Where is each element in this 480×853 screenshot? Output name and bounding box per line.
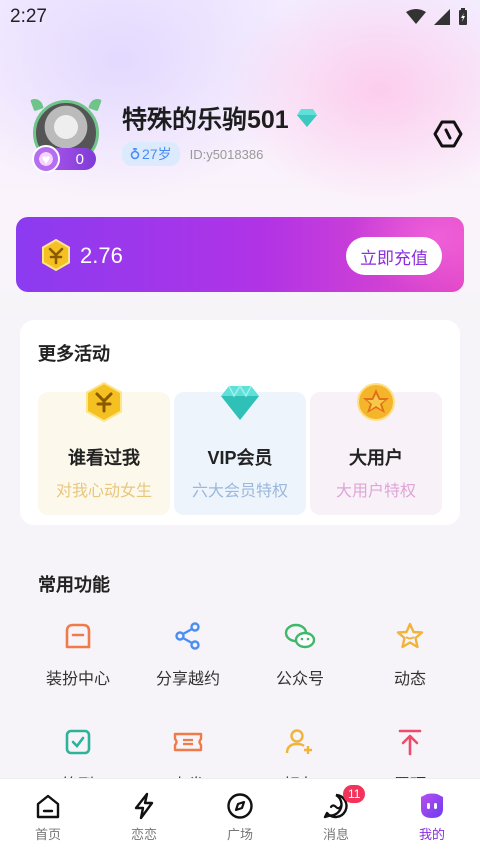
diamond-icon [221,384,259,420]
avatar[interactable]: ♥ 0 [30,96,102,176]
bottom-tab-bar: 首页 恋恋 广场 11 消息 我的 [0,778,480,853]
tab-label: 恋恋 [130,827,157,842]
func-share[interactable]: 分享越约 [138,619,238,689]
diamond-icon [296,109,317,127]
coupon-icon [171,725,205,759]
lightning-icon [96,791,192,821]
settings-icon [433,120,463,148]
star-icon [393,619,427,653]
battery-icon [459,8,467,25]
func-dress-up-center[interactable]: 装扮中心 [28,619,128,689]
func-official-account[interactable]: 公众号 [250,619,350,689]
tab-me[interactable]: 我的 [384,779,480,853]
signal-icon [434,9,450,25]
status-icons [406,8,468,26]
home-icon [0,791,96,821]
tab-home[interactable]: 首页 [0,779,96,853]
coin-icon [42,239,70,271]
me-icon [384,791,480,821]
settings-button[interactable] [430,116,466,152]
share-icon [171,619,205,653]
level-value: 0 [75,150,84,168]
tab-square[interactable]: 广场 [192,779,288,853]
recharge-button[interactable]: 立即充值 [346,237,442,275]
profile-header: ♥ 0 特殊的乐驹501 27岁 ID:y5018386 [30,96,463,186]
activity-title: VIP会员 [207,448,273,468]
unread-badge: 11 [343,785,366,803]
func-label: 动态 [393,671,426,688]
compass-icon [192,791,288,821]
tab-label: 消息 [322,827,349,842]
nickname: 特殊的乐驹501 [122,100,317,136]
wardrobe-icon [61,619,95,653]
activities-title: 更多活动 [38,344,110,364]
func-moments[interactable]: 动态 [360,619,460,689]
activity-title: 大用户 [349,448,403,468]
activity-title: 谁看过我 [68,448,140,468]
activity-subtitle: 六大会员特权 [191,483,288,500]
activity-vip[interactable]: VIP会员 六大会员特权 [174,384,306,515]
activity-subtitle: 对我心动女生 [55,483,152,500]
func-label: 分享越约 [155,671,220,688]
activity-who-viewed-me[interactable]: 谁看过我 对我心动女生 [38,382,170,515]
tab-label: 广场 [226,827,253,842]
activity-subtitle: 大用户特权 [335,483,416,500]
checkin-icon [61,725,95,759]
tab-label: 我的 [418,827,445,842]
wifi-icon [406,9,426,24]
func-label: 公众号 [275,671,324,688]
message-icon [288,791,384,821]
level-badge: ♥ 0 [32,145,96,173]
male-icon [130,148,140,160]
wallet-balance: 2.76 [80,243,123,268]
nickname-text: 特殊的乐驹501 [122,106,289,134]
coin-hexagon-icon [86,382,122,422]
tab-messages[interactable]: 11 消息 [288,779,384,853]
profile-meta: 27岁 ID:y5018386 [122,142,263,166]
tab-romance[interactable]: 恋恋 [96,779,192,853]
star-medal-icon [357,383,395,421]
user-id: ID:y5018386 [189,146,264,162]
status-time: 2:27 [10,6,47,27]
add-friend-icon [283,725,317,759]
status-bar: 2:27 [0,0,480,34]
tab-label: 首页 [34,827,61,842]
age-badge: 27岁 [122,142,180,166]
wallet-card: 2.76 立即充值 [16,217,464,292]
heart-icon: ♥ [32,145,60,173]
functions-title: 常用功能 [38,575,110,595]
age-text: 27岁 [142,146,172,162]
pin-top-icon [393,725,427,759]
avatar-frame-ornament [88,96,102,112]
func-label: 装扮中心 [45,671,110,688]
wechat-icon [283,619,317,653]
activities-card: 更多活动 谁看过我 对我心动女生 VIP会员 六大会员特权 大用户 大用户特权 [20,320,460,525]
activity-big-user[interactable]: 大用户 大用户特权 [310,383,442,515]
functions-section: 常用功能 装扮中心 分享越约 公众号 动态 签到 卡券 [20,545,460,795]
